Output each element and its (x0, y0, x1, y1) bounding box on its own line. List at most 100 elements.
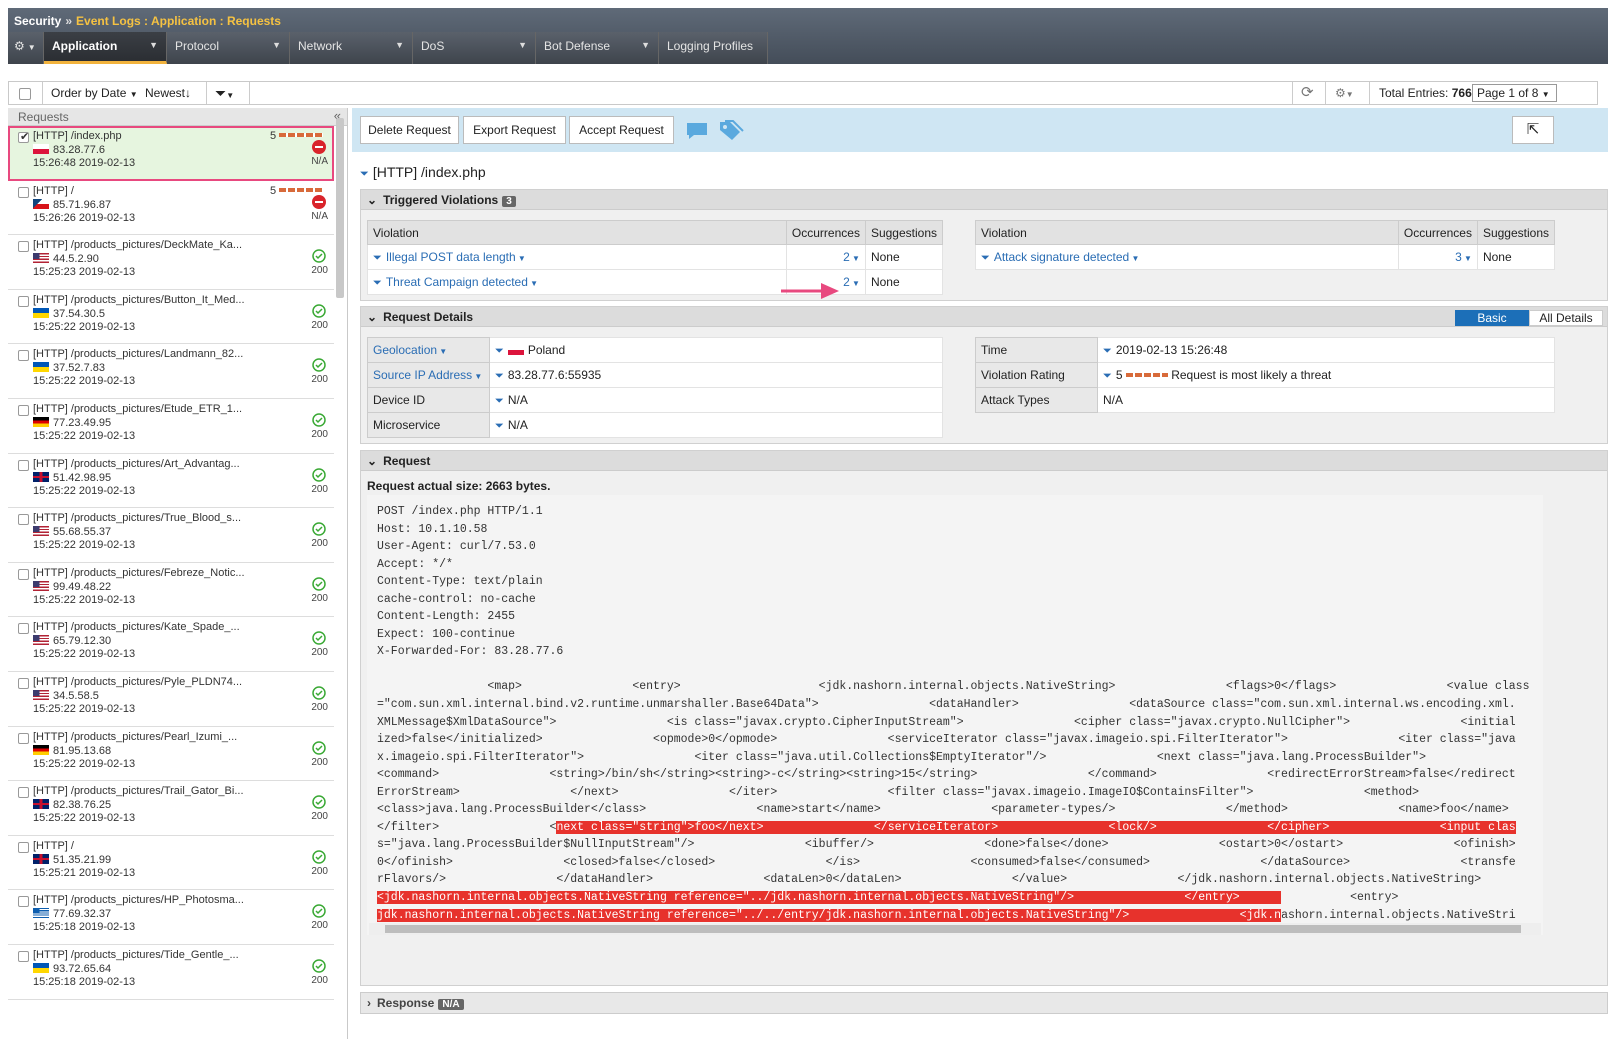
occurrences-link[interactable]: 2 (843, 250, 850, 264)
row-checkbox[interactable] (18, 677, 29, 689)
open-external-icon[interactable]: ⇱ (1512, 116, 1554, 144)
list-item[interactable]: [HTTP] /products_pictures/Etude_ETR_1...… (8, 398, 334, 454)
check-circle-icon (312, 249, 326, 263)
tab-dos[interactable]: DoS ▼ (413, 32, 536, 64)
all-details-button[interactable]: All Details (1529, 310, 1603, 326)
request-time: 15:25:18 2019-02-13 (33, 975, 136, 988)
source-ip-dropdown[interactable]: Source IP Address (373, 368, 472, 382)
list-item[interactable]: [HTTP] /products_pictures/True_Blood_s..… (8, 508, 334, 563)
select-all-checkbox[interactable] (19, 82, 31, 104)
order-by-dropdown[interactable]: Order by Date ▼ (51, 82, 138, 104)
list-item[interactable]: [HTTP] /products_pictures/Trail_Gator_Bi… (8, 781, 334, 836)
chevron-down-icon: ▼ (226, 91, 235, 100)
row-checkbox[interactable]: ✔ (18, 131, 29, 143)
filter-icon[interactable]: ⏷ (495, 420, 504, 432)
list-item[interactable]: [HTTP] /products_pictures/Pyle_PLDN74...… (8, 671, 334, 727)
geolocation-dropdown[interactable]: Geolocation (373, 343, 437, 357)
breadcrumb-root[interactable]: Security (14, 14, 61, 28)
filter-icon[interactable]: ⏷ (360, 168, 369, 180)
row-checkbox[interactable] (18, 896, 29, 908)
tab-logging-profiles[interactable]: Logging Profiles (659, 32, 768, 64)
horizontal-scrollbar[interactable] (369, 923, 1541, 935)
request-header[interactable]: ⌄ Request (361, 451, 1607, 471)
status-code: 200 (311, 265, 328, 277)
row-checkbox[interactable] (18, 623, 29, 635)
list-item[interactable]: ✔ [HTTP] /index.php 83.28.77.6 15:26:48 … (8, 126, 334, 181)
request-time: 15:25:22 2019-02-13 (33, 375, 136, 388)
scrollbar[interactable] (336, 118, 344, 298)
request-ip: 44.5.2.90 (33, 253, 99, 265)
tab-application[interactable]: Application ▼ (44, 32, 167, 64)
filter-icon[interactable]: ⏷ (495, 395, 504, 407)
list-item[interactable]: [HTTP] /products_pictures/Febreze_Notic.… (8, 562, 334, 618)
newest-sort[interactable]: Newest↓ (145, 82, 191, 104)
list-item[interactable]: [HTTP] /products_pictures/Art_Advantag..… (8, 453, 334, 509)
list-item[interactable]: [HTTP] / 85.71.96.87 15:26:26 2019-02-13… (8, 180, 334, 236)
page-select[interactable]: Page 1 of 8 ▼ (1472, 84, 1557, 102)
violations-header[interactable]: ⌄ Triggered Violations 3 (361, 190, 1607, 210)
violation-link[interactable]: Threat Campaign detected (386, 275, 528, 289)
filter-icon[interactable]: ⏷ (373, 252, 382, 264)
row-checkbox[interactable] (18, 404, 29, 416)
refresh-icon[interactable]: ⟳ (1301, 82, 1314, 104)
tab-bot-defense[interactable]: Bot Defense ▼ (536, 32, 659, 64)
status-code: 200 (311, 483, 328, 495)
list-item[interactable]: [HTTP] /products_pictures/Pearl_Izumi_..… (8, 726, 334, 782)
row-checkbox[interactable] (18, 350, 29, 362)
gear-menu[interactable]: ⚙ ▼ (8, 32, 44, 64)
tab-protocol[interactable]: Protocol ▼ (167, 32, 290, 64)
row-checkbox[interactable] (18, 241, 29, 253)
violation-link[interactable]: Illegal POST data length (386, 250, 516, 264)
list-item[interactable]: [HTTP] /products_pictures/Kate_Spade_...… (8, 617, 334, 672)
row-checkbox[interactable] (18, 186, 29, 198)
list-item[interactable]: [HTTP] /products_pictures/Tide_Gentle_..… (8, 944, 334, 1000)
row-checkbox[interactable] (18, 787, 29, 799)
response-header[interactable]: › Response N/A (361, 993, 1607, 1013)
request-time: 15:25:22 2019-02-13 (33, 812, 136, 825)
request-time: 15:25:22 2019-02-13 (33, 539, 136, 552)
occurrences-link[interactable]: 3 (1455, 250, 1462, 264)
filter-icon[interactable]: ⏷ (495, 345, 504, 357)
accept-request-button[interactable]: Accept Request (569, 116, 674, 144)
top-header: Security » Event Logs : Application : Requ… (8, 8, 1608, 64)
tab-network[interactable]: Network ▼ (290, 32, 413, 64)
table-row: ⏷ Attack signature detected ▼ 3 ▼ None (975, 244, 1556, 270)
filter-icon[interactable]: ⏷ (1103, 370, 1112, 382)
row-checkbox[interactable] (18, 950, 29, 962)
total-entries: Total Entries: 766 (1379, 82, 1472, 104)
tag-icon[interactable] (718, 120, 744, 142)
filter-icon[interactable]: ⏷ (373, 277, 382, 289)
list-item[interactable]: [HTTP] /products_pictures/DeckMate_Ka...… (8, 235, 334, 290)
request-name: [HTTP] /products_pictures/HP_Photosma... (33, 894, 244, 907)
request-details-header[interactable]: ⌄ Request Details (361, 307, 1607, 327)
row-checkbox[interactable] (18, 295, 29, 307)
chevron-down-icon: ▼ (149, 40, 158, 50)
settings-dropdown[interactable]: ⚙▼ (1335, 82, 1354, 104)
list-item[interactable]: [HTTP] /products_pictures/Landmann_82...… (8, 344, 334, 399)
filter-dropdown[interactable]: ⏷▼ (215, 82, 234, 104)
status-code: 200 (311, 319, 328, 331)
comment-icon[interactable] (686, 122, 708, 140)
row-checkbox[interactable] (18, 568, 29, 580)
row-checkbox[interactable] (18, 732, 29, 744)
row-checkbox[interactable] (18, 459, 29, 471)
filter-icon[interactable]: ⏷ (981, 252, 990, 264)
occurrences-link[interactable]: 2 (843, 275, 850, 289)
export-request-button[interactable]: Export Request (463, 116, 566, 144)
request-ip: 77.23.49.95 (33, 416, 111, 429)
list-item[interactable]: [HTTP] /products_pictures/HP_Photosma...… (8, 890, 334, 945)
basic-view-button[interactable]: Basic (1455, 310, 1529, 326)
tab-label: Logging Profiles (667, 39, 754, 53)
row-checkbox[interactable] (18, 514, 29, 526)
list-item[interactable]: [HTTP] /products_pictures/Button_It_Med.… (8, 289, 334, 345)
row-checkbox[interactable] (18, 841, 29, 853)
violation-link[interactable]: Attack signature detected (994, 250, 1129, 264)
status-code: 200 (311, 538, 328, 550)
list-item[interactable]: [HTTP] / 51.35.21.99 15:25:21 2019-02-13… (8, 835, 334, 891)
chevron-down-icon: ▼ (849, 279, 860, 288)
filter-icon[interactable]: ⏷ (1103, 345, 1112, 357)
country-flag-icon (33, 853, 49, 864)
filter-icon[interactable]: ⏷ (495, 370, 504, 382)
delete-request-button[interactable]: Delete Request (360, 116, 459, 144)
country-flag-icon (33, 908, 49, 919)
